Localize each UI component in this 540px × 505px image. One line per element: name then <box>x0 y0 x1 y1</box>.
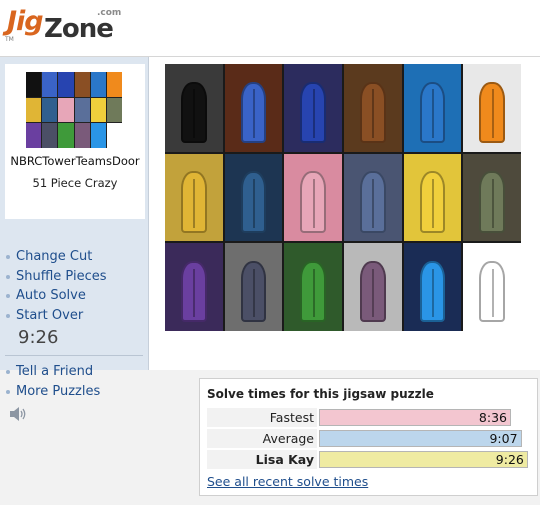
door-image <box>181 81 207 143</box>
solve-row-bar: 9:07 <box>319 430 522 447</box>
puzzle-piece[interactable] <box>224 243 283 331</box>
door-image <box>300 81 326 143</box>
thumbnail-tile <box>90 123 106 148</box>
solve-row-fastest: Fastest 8:36 <box>207 408 530 427</box>
door-image <box>479 260 505 323</box>
thumbnail-tile <box>26 72 42 97</box>
thumbnail-tile <box>74 123 90 148</box>
door-image <box>240 171 267 233</box>
puzzle-piece[interactable] <box>284 243 342 331</box>
solve-row-user: Lisa Kay 9:26 <box>207 450 530 469</box>
door-image <box>181 171 207 233</box>
thumbnail-tile <box>106 72 122 97</box>
logo-trademark: TM <box>5 36 14 43</box>
solve-times-panel: Solve times for this jigsaw puzzle Faste… <box>199 378 538 496</box>
thumbnail-tile <box>58 123 74 148</box>
solve-row-label: Lisa Kay <box>207 450 317 469</box>
thumbnail-tile <box>42 123 58 148</box>
piece-count: 51 Piece Crazy <box>32 176 118 190</box>
puzzle-piece[interactable] <box>403 243 462 331</box>
door-image <box>419 171 446 233</box>
thumbnail-tile <box>58 97 74 123</box>
puzzle-piece[interactable] <box>284 64 342 152</box>
puzzle-piece[interactable] <box>344 243 402 331</box>
puzzle-timer: 9:26 <box>18 327 59 348</box>
door-image <box>181 260 207 323</box>
door-image <box>419 81 446 143</box>
puzzle-actions-menu: Change Cut Shuffle Pieces Auto Solve Sta… <box>5 247 107 325</box>
door-image <box>300 171 326 233</box>
puzzle-piece[interactable] <box>165 64 223 152</box>
logo-zone-text: Zone <box>44 14 114 44</box>
thumbnail-tile <box>90 97 106 123</box>
door-image <box>240 260 267 323</box>
jigsaw-puzzle-board[interactable] <box>165 64 521 331</box>
thumbnail-tile <box>42 72 58 97</box>
puzzle-piece[interactable] <box>165 153 223 242</box>
puzzle-piece[interactable] <box>165 243 223 331</box>
puzzle-piece[interactable] <box>284 153 342 242</box>
puzzle-piece[interactable] <box>224 153 283 242</box>
door-image <box>419 260 446 323</box>
thumbnail-tile <box>90 72 106 97</box>
thumbnail-tile <box>58 72 74 97</box>
solve-row-bar: 9:26 <box>319 451 528 468</box>
thumbnail-tile <box>74 72 90 97</box>
thumbnail-tile <box>26 123 42 148</box>
door-image <box>240 81 267 143</box>
sidebar-divider <box>5 355 143 356</box>
solve-row-bar: 8:36 <box>319 409 511 426</box>
door-image <box>479 171 505 233</box>
logo-com-text: .com <box>97 8 122 18</box>
speaker-icon[interactable] <box>8 406 28 422</box>
thumbnail-tile <box>26 97 42 123</box>
start-over-link[interactable]: Start Over <box>5 306 107 326</box>
shuffle-pieces-link[interactable]: Shuffle Pieces <box>5 267 107 287</box>
auto-solve-link[interactable]: Auto Solve <box>5 286 107 306</box>
change-cut-link[interactable]: Change Cut <box>5 247 107 267</box>
puzzle-piece[interactable] <box>224 64 283 152</box>
door-image <box>360 81 386 143</box>
door-image <box>360 171 386 233</box>
see-all-solve-times-link[interactable]: See all recent solve times <box>207 474 368 489</box>
thumbnail-tile <box>106 97 122 123</box>
door-image <box>360 260 386 323</box>
puzzle-piece[interactable] <box>403 64 462 152</box>
puzzle-piece[interactable] <box>463 243 521 331</box>
solve-row-average: Average 9:07 <box>207 429 530 448</box>
solve-times-title: Solve times for this jigsaw puzzle <box>207 387 434 401</box>
tell-a-friend-link[interactable]: Tell a Friend <box>5 362 100 382</box>
sidebar: NBRCTowerTeamsDoor 51 Piece Crazy Change… <box>0 57 149 421</box>
share-menu: Tell a Friend More Puzzles <box>5 362 100 401</box>
puzzle-thumbnail[interactable] <box>26 72 122 148</box>
puzzle-piece[interactable] <box>403 153 462 242</box>
door-image <box>479 81 505 143</box>
thumbnail-tile <box>42 97 58 123</box>
thumbnail-tile <box>106 123 122 148</box>
puzzle-thumbnail-card: NBRCTowerTeamsDoor 51 Piece Crazy <box>5 64 145 219</box>
puzzle-piece[interactable] <box>463 64 521 152</box>
thumbnail-tile <box>74 97 90 123</box>
more-puzzles-link[interactable]: More Puzzles <box>5 382 100 402</box>
puzzle-name: NBRCTowerTeamsDoor <box>10 154 140 168</box>
door-image <box>300 260 326 323</box>
puzzle-piece[interactable] <box>344 153 402 242</box>
jigzone-logo[interactable]: TM Jig Zone .com <box>5 6 125 46</box>
solve-row-label: Fastest <box>207 408 317 427</box>
puzzle-area <box>149 57 540 370</box>
logo-jig-text: Jig <box>7 6 44 37</box>
solve-row-label: Average <box>207 429 317 448</box>
puzzle-piece[interactable] <box>344 64 402 152</box>
puzzle-piece[interactable] <box>463 153 521 242</box>
header: TM Jig Zone .com <box>0 0 540 57</box>
